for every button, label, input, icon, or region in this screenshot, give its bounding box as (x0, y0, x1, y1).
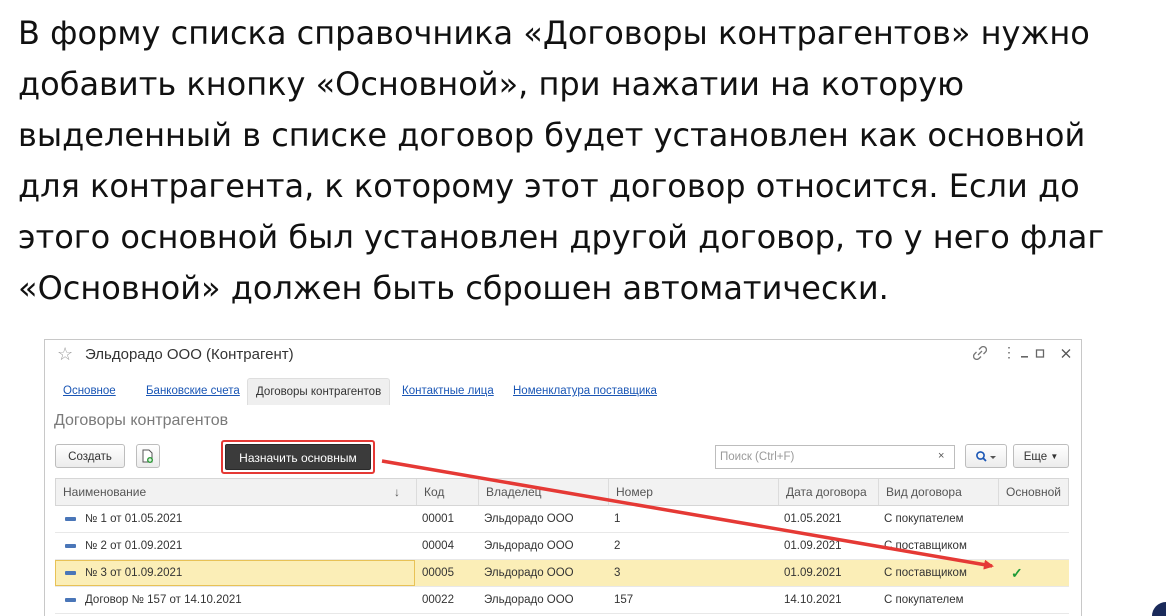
column-header-kind[interactable]: Вид договора (878, 479, 998, 505)
task-line-3: выделенный в списке договор будет устано… (18, 116, 1086, 154)
search-input[interactable] (715, 445, 955, 469)
column-header-main[interactable]: Основной (998, 479, 1070, 505)
more-icon[interactable]: ⋮ (1002, 344, 1016, 361)
cell-number: 3 (614, 567, 621, 579)
tab-contacts[interactable]: Контактные лица (394, 378, 502, 404)
task-line-2: добавить кнопку «Основной», при нажатии … (18, 65, 965, 103)
more-label: Еще (1023, 451, 1048, 464)
cell-kind: С поставщиком (884, 540, 967, 552)
table-row-selected[interactable]: № 3 от 01.09.2021 00005 Эльдорадо ООО 3 … (55, 560, 1069, 587)
cell-name: № 1 от 01.05.2021 (85, 513, 183, 525)
column-header-date[interactable]: Дата договора (778, 479, 878, 505)
sort-desc-icon[interactable]: ↓ (394, 485, 400, 499)
table-row[interactable]: № 2 от 01.09.2021 00004 Эльдорадо ООО 2 … (55, 533, 1069, 560)
column-header-code[interactable]: Код (416, 479, 478, 505)
task-line-6: «Основной» должен быть сброшен автоматич… (18, 269, 889, 307)
column-header-owner[interactable]: Владелец (478, 479, 608, 505)
checkmark-icon: ✓ (1011, 565, 1023, 581)
task-line-4: для контрагента, к которому этот договор… (18, 167, 1080, 205)
search-icon (976, 451, 996, 462)
cell-kind: С покупателем (884, 594, 964, 606)
cell-code: 00005 (422, 567, 454, 579)
cell-owner: Эльдорадо ООО (484, 513, 574, 525)
cell-owner: Эльдорадо ООО (484, 594, 574, 606)
cell-kind: С поставщиком (884, 567, 967, 579)
tab-main[interactable]: Основное (55, 378, 124, 404)
cell-number: 1 (614, 513, 621, 525)
cell-number: 157 (614, 594, 634, 606)
link-icon[interactable] (972, 345, 988, 363)
cell-code: 00022 (422, 594, 454, 606)
copy-button[interactable] (136, 444, 160, 468)
cell-name: Договор № 157 от 14.10.2021 (85, 594, 242, 606)
task-description: В форму списка справочника «Договоры кон… (18, 8, 1158, 314)
cell-date: 01.09.2021 (784, 540, 842, 552)
task-line-5: этого основной был установлен другой дог… (18, 218, 1105, 256)
command-bar: Создать Назначить основным × (45, 440, 1081, 474)
more-actions-button[interactable]: Еще ▼ (1013, 444, 1069, 468)
tab-bank-accounts[interactable]: Банковские счета (138, 378, 248, 404)
window-title: Эльдорадо ООО (Контрагент) (85, 346, 294, 363)
cell-code: 00004 (422, 540, 454, 552)
section-title: Договоры контрагентов (54, 412, 229, 429)
corner-logo-icon (1152, 602, 1166, 616)
task-line-1: В форму списка справочника «Договоры кон… (18, 14, 1090, 52)
cell-name: № 2 от 01.09.2021 (85, 540, 183, 552)
slide: В форму списка справочника «Договоры кон… (0, 0, 1166, 616)
cell-owner: Эльдорадо ООО (484, 567, 574, 579)
table-row[interactable]: Договор № 157 от 14.10.2021 00022 Эльдор… (55, 587, 1069, 614)
create-button[interactable]: Создать (55, 444, 125, 468)
chevron-down-icon: ▼ (1050, 452, 1059, 461)
maximize-icon[interactable] (1035, 346, 1045, 362)
cell-main (997, 506, 1069, 532)
cell-date: 14.10.2021 (784, 594, 842, 606)
column-header-name[interactable]: Наименование (56, 479, 416, 505)
column-header-number[interactable]: Номер (608, 479, 778, 505)
table-header: Наименование ↓ Код Владелец Номер Дата д… (55, 478, 1069, 506)
assign-main-button[interactable]: Назначить основным (225, 444, 371, 470)
cell-owner: Эльдорадо ООО (484, 540, 574, 552)
cell-date: 01.09.2021 (784, 567, 842, 579)
tab-contracts[interactable]: Договоры контрагентов (247, 378, 391, 405)
cell-main (997, 533, 1069, 559)
search-button[interactable] (965, 444, 1007, 468)
minimize-icon[interactable] (1020, 346, 1030, 362)
cell-kind: С покупателем (884, 513, 964, 525)
window-titlebar: ☆ Эльдорадо ООО (Контрагент) ⋮ (45, 340, 1081, 372)
close-icon[interactable] (1061, 346, 1071, 362)
cell-date: 01.05.2021 (784, 513, 842, 525)
cell-number: 2 (614, 540, 621, 552)
tab-supplier-items[interactable]: Номенклатура поставщика (505, 378, 665, 404)
table-row[interactable]: № 1 от 01.05.2021 00001 Эльдорадо ООО 1 … (55, 506, 1069, 533)
copy-icon (142, 449, 153, 463)
clear-search-icon[interactable]: × (938, 450, 944, 462)
cell-code: 00001 (422, 513, 454, 525)
counterparty-form-window: ☆ Эльдорадо ООО (Контрагент) ⋮ Основное … (44, 339, 1082, 616)
cell-main (997, 587, 1069, 613)
star-icon[interactable]: ☆ (57, 344, 73, 365)
cell-name: № 3 от 01.09.2021 (55, 560, 415, 586)
